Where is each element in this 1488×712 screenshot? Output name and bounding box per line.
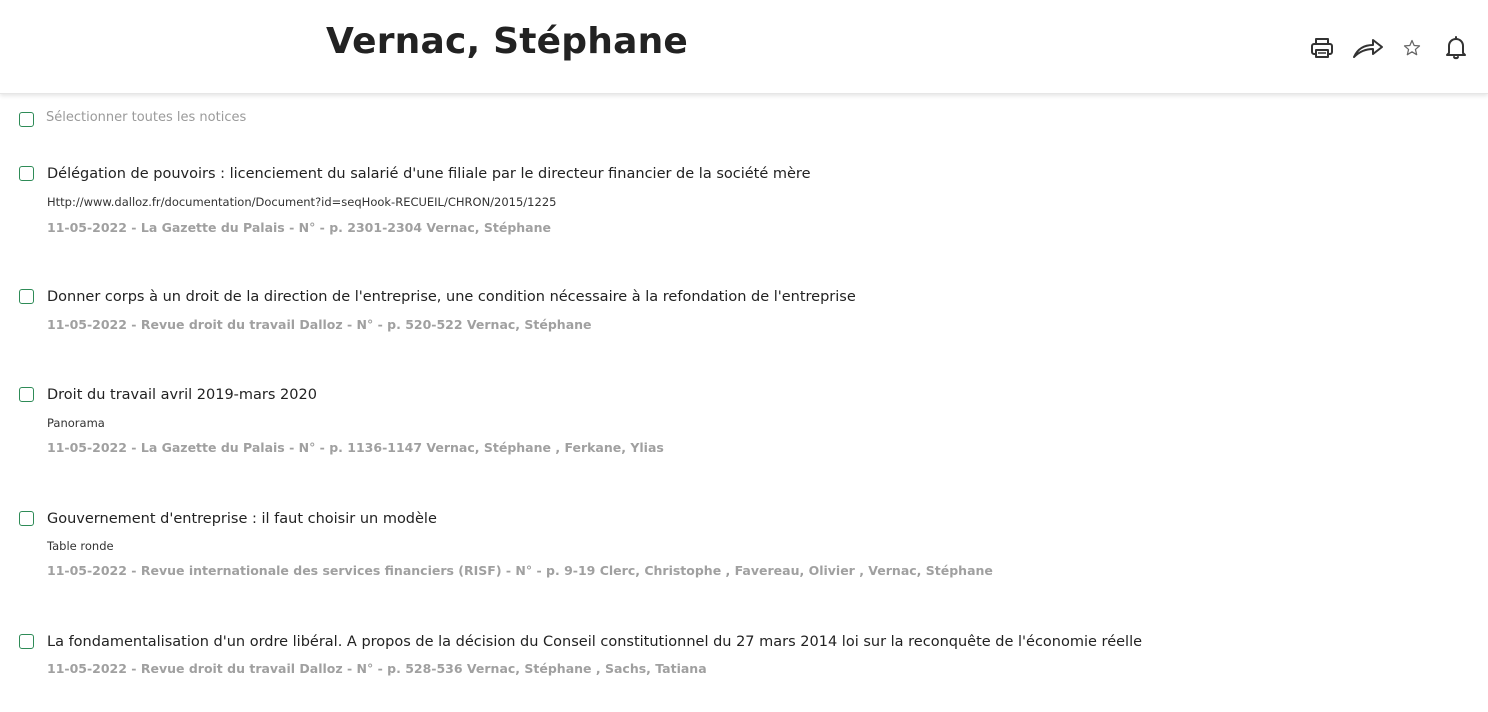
- result-subtitle: Panorama: [47, 416, 105, 430]
- bell-icon: [1444, 35, 1468, 61]
- select-all-label: Sélectionner toutes les notices: [46, 110, 247, 125]
- share-icon: [1352, 35, 1384, 61]
- page-title: Vernac, Stéphane: [326, 21, 689, 62]
- result-title[interactable]: Donner corps à un droit de la direction …: [47, 287, 856, 307]
- result-checkbox[interactable]: [19, 387, 34, 402]
- printer-icon: [1309, 35, 1335, 61]
- print-button[interactable]: [1306, 32, 1338, 64]
- result-checkbox[interactable]: [19, 289, 34, 304]
- result-title[interactable]: Gouvernement d'entreprise : il faut choi…: [47, 509, 437, 529]
- result-meta: 11-05-2022 - La Gazette du Palais - N° -…: [47, 220, 551, 235]
- result-subtitle: Table ronde: [47, 539, 114, 553]
- result-meta: 11-05-2022 - Revue droit du travail Dall…: [47, 661, 707, 676]
- page-header: Vernac, Stéphane: [0, 0, 1488, 94]
- result-title[interactable]: La fondamentalisation d'un ordre libéral…: [47, 632, 1142, 652]
- result-meta: 11-05-2022 - Revue droit du travail Dall…: [47, 317, 592, 332]
- result-title[interactable]: Droit du travail avril 2019-mars 2020: [47, 385, 317, 405]
- star-icon: [1402, 38, 1422, 58]
- alert-button[interactable]: [1440, 32, 1472, 64]
- result-checkbox[interactable]: [19, 166, 34, 181]
- result-title[interactable]: Délégation de pouvoirs : licenciement du…: [47, 164, 811, 184]
- result-subtitle: Http://www.dalloz.fr/documentation/Docum…: [47, 195, 557, 209]
- result-meta: 11-05-2022 - Revue internationale des se…: [47, 563, 993, 578]
- result-meta: 11-05-2022 - La Gazette du Palais - N° -…: [47, 440, 664, 455]
- share-button[interactable]: [1352, 32, 1384, 64]
- result-checkbox[interactable]: [19, 511, 34, 526]
- favorite-button[interactable]: [1396, 32, 1428, 64]
- select-all-checkbox[interactable]: [19, 112, 34, 127]
- select-all: Sélectionner toutes les notices: [19, 110, 247, 127]
- result-checkbox[interactable]: [19, 634, 34, 649]
